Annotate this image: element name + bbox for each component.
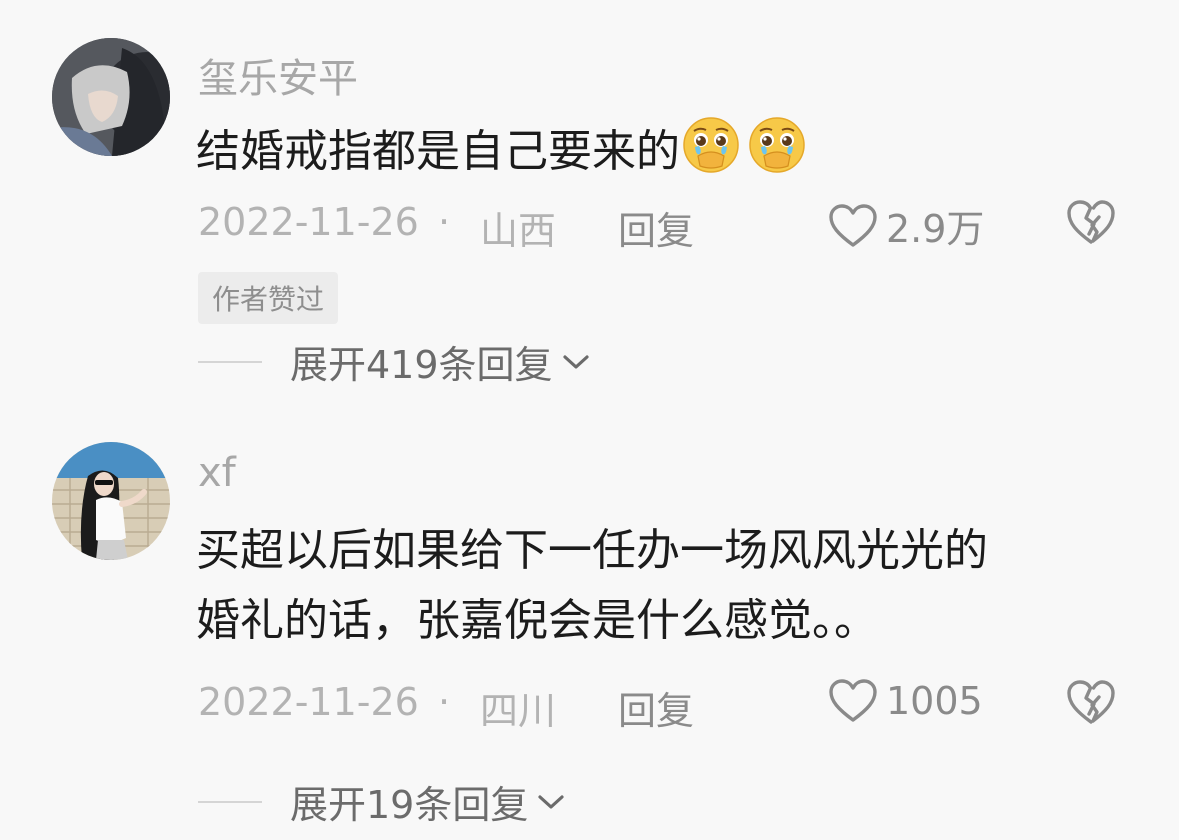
broken-heart-icon [1067,200,1115,244]
comment-date: 2022-11-26 [198,200,419,244]
comment-text-line: 买超以后如果给下一任办一场风风光光的 [196,525,988,576]
comment-meta: 2022-11-26 · 山西 回复 2.9万 [198,198,1128,255]
avatar[interactable] [52,38,170,156]
like-count: 1005 [886,679,983,723]
like-count: 2.9万 [886,207,985,251]
expand-replies-button[interactable]: 展开419条回复 [198,334,591,389]
like-button[interactable]: 2.9万 [828,198,984,253]
avatar-photo-icon [52,442,170,560]
username[interactable]: xf [198,450,236,496]
dislike-button[interactable] [1066,678,1116,735]
comment-text: 结婚戒指都是自己要来的 [196,116,1136,187]
like-button[interactable]: 1005 [828,678,983,724]
heart-icon [829,679,877,722]
meta-separator: · [438,680,451,724]
username[interactable]: 玺乐安平 [198,46,358,104]
pleading-crying-face-icon [749,117,805,173]
reply-button[interactable]: 回复 [618,680,694,735]
comment-text-content: 结婚戒指都是自己要来的 [196,126,680,177]
comment-meta: 2022-11-26 · 四川 回复 1005 [198,678,1128,735]
reply-button[interactable]: 回复 [618,200,694,255]
expand-replies-label: 展开19条回复 [290,783,529,827]
meta-separator: · [438,200,451,244]
dislike-button[interactable] [1066,198,1116,255]
expand-replies-label: 展开419条回复 [290,343,553,387]
avatar[interactable] [52,442,170,560]
comment-date: 2022-11-26 [198,680,419,724]
comment-text: 买超以后如果给下一任办一场风风光光的 婚礼的话，张嘉倪会是什么感觉。。 [196,516,1136,656]
avatar-photo-icon [52,38,170,156]
pleading-crying-face-icon [683,117,739,173]
chevron-down-icon [562,354,589,369]
chevron-down-icon [538,794,564,809]
divider-line [198,360,262,363]
divider-line [198,800,262,803]
comment-text-line: 婚礼的话，张嘉倪会是什么感觉。。 [196,595,878,646]
heart-icon [829,203,877,247]
author-liked-badge: 作者赞过 [198,272,339,324]
comment-location: 山西 [480,209,557,253]
broken-heart-icon [1067,680,1115,724]
comment-location: 四川 [480,689,557,733]
expand-replies-button[interactable]: 展开19条回复 [198,774,566,829]
